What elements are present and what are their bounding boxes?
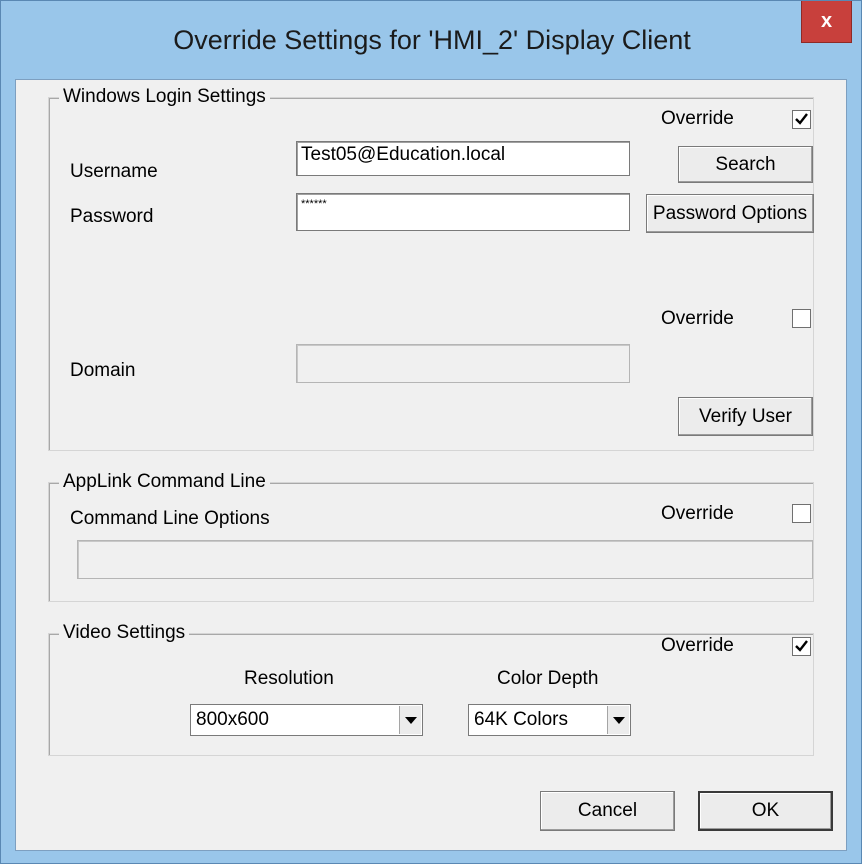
command-line-options-label: Command Line Options [70,508,270,529]
domain-label: Domain [70,360,136,381]
resolution-select[interactable]: 800x600 [190,704,423,736]
checkmark-icon [795,113,808,125]
username-field[interactable]: Test05@Education.local [296,141,630,176]
resolution-label: Resolution [244,668,334,689]
username-label: Username [70,161,158,182]
color-depth-value: 64K Colors [474,709,568,730]
color-depth-label: Color Depth [497,668,599,689]
password-options-button[interactable]: Password Options [646,194,814,233]
video-settings-group-title: Video Settings [59,622,190,644]
window-title: Override Settings for 'HMI_2' Display Cl… [173,25,691,55]
close-button[interactable]: x [801,1,852,43]
login-override-label: Override [661,108,734,129]
domain-field[interactable] [296,344,630,383]
checkmark-icon [795,640,808,652]
color-depth-select[interactable]: 64K Colors [468,704,631,736]
close-icon: x [820,10,833,32]
domain-override-label: Override [661,308,734,329]
applink-group-title: AppLink Command Line [59,471,270,493]
command-line-field[interactable] [77,540,813,579]
verify-user-button[interactable]: Verify User [678,397,813,436]
applink-override-checkbox[interactable] [792,504,811,523]
password-field[interactable]: ****** [296,193,630,231]
login-override-checkbox[interactable] [792,110,811,129]
applink-override-label: Override [661,503,734,524]
video-override-checkbox[interactable] [792,637,811,656]
video-override-label: Override [661,635,734,656]
domain-override-checkbox[interactable] [792,309,811,328]
resolution-value: 800x600 [196,709,269,730]
cancel-button[interactable]: Cancel [540,791,675,831]
password-label: Password [70,206,154,227]
ok-button[interactable]: OK [698,791,833,831]
dialog-window: Override Settings for 'HMI_2' Display Cl… [0,0,862,864]
search-button[interactable]: Search [678,146,813,183]
chevron-down-icon[interactable] [399,706,421,734]
windows-login-group-title: Windows Login Settings [59,86,270,108]
dialog-client-area: Windows Login Settings Override Username… [15,79,847,851]
chevron-down-icon[interactable] [607,706,629,734]
